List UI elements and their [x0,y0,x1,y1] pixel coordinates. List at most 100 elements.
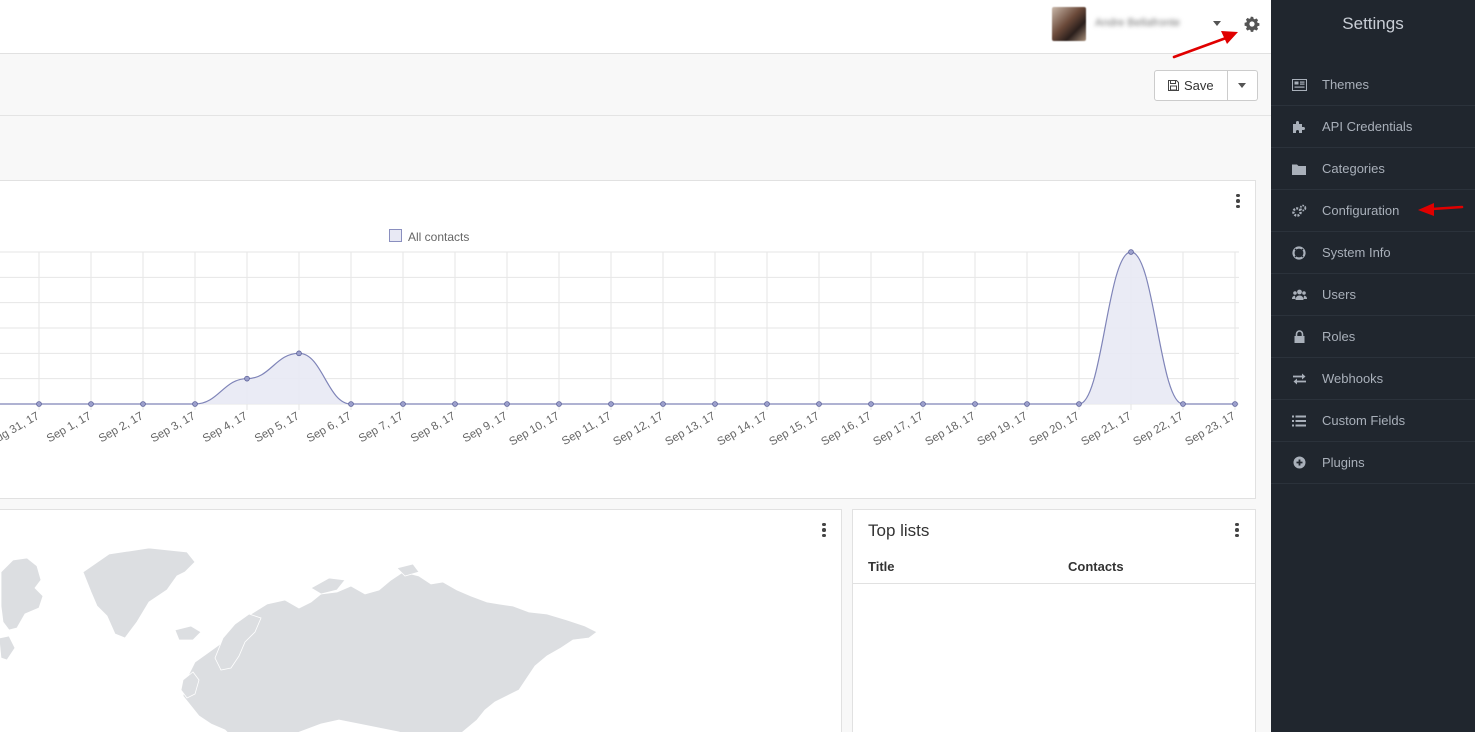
world-map [0,547,598,732]
sidebar-item-label: Categories [1322,161,1385,176]
data-point[interactable] [972,401,978,407]
x-tick-label: Sep 5, 17 [253,410,302,445]
lifebuoy-icon [1291,245,1307,261]
x-tick-label: Sep 11, 17 [560,410,613,448]
folder-icon [1291,161,1307,177]
data-point[interactable] [36,401,42,407]
x-tick-label: Sep 20, 17 [1027,410,1081,448]
x-tick-label: Sep 3, 17 [149,410,198,445]
lists-options-kebab-icon[interactable] [1230,521,1244,539]
x-tick-label: Sep 21, 17 [1079,410,1133,448]
data-point[interactable] [1180,401,1186,407]
data-point[interactable] [660,401,666,407]
page-toolbar: Save [0,55,1271,116]
sidebar-item-label: Webhooks [1322,371,1384,386]
sidebar-item-label: System Info [1322,245,1391,260]
save-button-group: Save [1154,70,1258,101]
data-point[interactable] [1232,401,1238,407]
x-tick-label: Sep 4, 17 [201,410,250,445]
sidebar-item-webhooks[interactable]: Webhooks [1271,358,1475,400]
data-point[interactable] [1128,249,1134,255]
x-tick-label: Sep 16, 17 [819,410,873,448]
data-point[interactable] [452,401,458,407]
data-point[interactable] [140,401,146,407]
sidebar-item-plugins[interactable]: Plugins [1271,442,1475,484]
x-tick-label: Aug 31, 17 [0,410,42,448]
x-tick-label: Sep 9, 17 [461,410,510,445]
settings-gear-button[interactable] [1241,13,1263,35]
avatar[interactable] [1052,7,1086,41]
save-label: Save [1184,78,1214,93]
x-tick-label: Sep 7, 17 [357,410,406,445]
panel-title: Top lists [868,521,930,540]
cogs-icon [1291,203,1307,219]
sidebar-item-system-info[interactable]: System Info [1271,232,1475,274]
sidebar-item-categories[interactable]: Categories [1271,148,1475,190]
data-point[interactable] [816,401,822,407]
user-menu-caret-icon[interactable] [1213,21,1221,26]
x-tick-label: Sep 8, 17 [409,410,458,445]
x-tick-label: Sep 12, 17 [611,410,665,448]
data-point[interactable] [868,401,874,407]
sidebar-item-label: API Credentials [1322,119,1413,134]
map-panel [0,509,842,732]
data-point[interactable] [504,401,510,407]
sidebar-item-themes[interactable]: Themes [1271,64,1475,106]
exchange-icon [1291,371,1307,387]
sidebar-item-custom-fields[interactable]: Custom Fields [1271,400,1475,442]
data-point[interactable] [296,350,302,357]
x-tick-label: Sep 15, 17 [767,410,821,448]
x-tick-label: Sep 19, 17 [975,410,1029,448]
contacts-line-chart: Aug 31, 17 Sep 1, 17 Sep 2, 17 Sep 3, 17 Sep… [0,229,1239,448]
table-header: Title Contacts [853,556,1255,584]
data-point[interactable] [712,401,718,407]
gear-icon [1244,16,1260,32]
sidebar-item-roles[interactable]: Roles [1271,316,1475,358]
x-tick-label: Sep 17, 17 [871,410,925,448]
settings-sidebar: Settings Themes API Credentials Categori… [1271,0,1475,732]
sidebar-title: Settings [1342,14,1404,33]
themes-icon [1291,77,1307,93]
top-header: Andre Bellafronte [0,0,1271,54]
x-tick-label: Sep 10, 17 [507,410,561,448]
plus-circle-icon [1291,455,1307,471]
legend-label[interactable]: All contacts [408,230,469,244]
x-tick-label: Sep 6, 17 [305,410,354,445]
data-point[interactable] [1024,401,1030,407]
sidebar-item-label: Custom Fields [1322,413,1406,428]
save-options-dropdown[interactable] [1227,70,1258,101]
data-point[interactable] [244,375,250,382]
column-header-title[interactable]: Title [868,559,895,574]
list-icon [1291,413,1307,429]
user-name[interactable]: Andre Bellafronte [1095,17,1180,29]
sidebar-item-label: Roles [1322,329,1356,344]
settings-menu: Themes API Credentials Categories Config… [1271,64,1475,484]
data-point[interactable] [192,401,198,407]
sidebar-item-users[interactable]: Users [1271,274,1475,316]
sidebar-item-label: Users [1322,287,1356,302]
save-button[interactable]: Save [1154,70,1228,101]
x-tick-label: Sep 14, 17 [715,410,769,448]
sidebar-item-label: Themes [1322,77,1369,92]
data-point[interactable] [400,401,406,407]
floppy-disk-icon [1168,80,1179,91]
data-point[interactable] [348,401,354,407]
data-point[interactable] [556,401,562,407]
sidebar-item-label: Configuration [1322,203,1400,218]
sidebar-item-api-credentials[interactable]: API Credentials [1271,106,1475,148]
lock-icon [1291,329,1307,345]
sidebar-item-label: Plugins [1322,455,1365,470]
data-point[interactable] [1076,401,1082,407]
legend-swatch[interactable] [389,229,402,242]
data-point[interactable] [920,401,926,407]
contacts-chart-panel: Aug 31, 17 Sep 1, 17 Sep 2, 17 Sep 3, 17 Sep… [0,180,1256,499]
sidebar-item-configuration[interactable]: Configuration [1271,190,1475,232]
column-header-contacts[interactable]: Contacts [1068,559,1124,574]
data-point[interactable] [764,401,770,407]
x-tick-label: Sep 2, 17 [97,410,146,445]
data-point[interactable] [88,401,94,407]
x-tick-label: Sep 18, 17 [923,410,977,448]
data-point[interactable] [608,401,614,407]
x-tick-label: Sep 23, 17 [1183,410,1237,448]
x-tick-label: Sep 13, 17 [663,410,717,448]
